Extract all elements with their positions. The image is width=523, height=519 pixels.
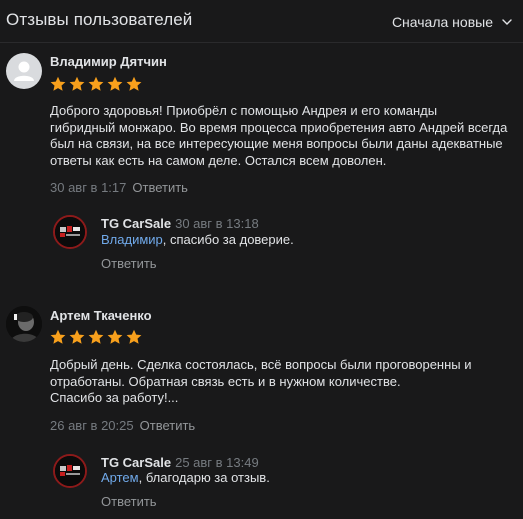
star-icon — [69, 76, 85, 91]
star-icon — [50, 76, 66, 91]
star-icon — [126, 329, 142, 344]
rating-stars — [50, 76, 142, 92]
avatar[interactable] — [6, 306, 42, 342]
sort-label: Сначала новые — [391, 14, 493, 30]
rating-stars — [50, 329, 142, 345]
star-icon — [88, 329, 104, 344]
review-text-line[interactable]: Спасибо за работу!... — [50, 390, 520, 407]
reply-author[interactable]: TG CarSale 30 авг в 13:18 — [101, 216, 259, 231]
review-author[interactable]: Владимир Дятчин — [50, 54, 167, 69]
star-icon — [107, 76, 123, 91]
sort-dropdown[interactable]: Сначала новые — [392, 14, 513, 30]
star-icon — [107, 329, 123, 344]
reply-author-name[interactable]: TG CarSale — [101, 216, 171, 231]
review-text-line: ответы как есть на самом деле. Остался в… — [50, 152, 387, 168]
reply-text-body: , спасибо за доверие. — [162, 232, 294, 247]
review-meta: 30 авг в 1:17 Ответить — [50, 180, 188, 195]
review-text-line: Добрый день. Сделка состоялась, всё вопр… — [50, 357, 472, 372]
reply-button[interactable]: Ответить — [132, 180, 188, 195]
reply-text: Владимир, спасибо за доверие. — [101, 232, 294, 247]
header-divider — [0, 42, 523, 43]
review-text: Доброго здоровья! Приобрёл с помощью Анд… — [50, 103, 520, 169]
review-text-line: гибридный монжаро. Во время процесса при… — [50, 119, 508, 135]
star-icon — [69, 329, 85, 344]
mention-link[interactable]: Владимир — [101, 232, 163, 247]
review-author[interactable]: Артем Ткаченко — [50, 308, 152, 323]
star-icon — [50, 329, 66, 344]
reply-text: Артем, благодарю за отзыв. — [101, 470, 270, 485]
review-meta: 26 авг в 20:25 Ответить — [50, 418, 195, 433]
star-icon — [88, 76, 104, 91]
carsale-logo-icon — [55, 456, 85, 486]
reply-button[interactable]: Ответить — [101, 494, 157, 509]
page-title: Отзывы пользователей — [6, 10, 193, 29]
star-icon — [126, 76, 142, 91]
review-date[interactable]: 26 авг в 20:25 — [50, 418, 134, 433]
review-text-line: Доброго здоровья! Приобрёл с помощью Анд… — [50, 103, 438, 118]
reply-date[interactable]: 25 авг в 13:49 — [175, 455, 259, 470]
chevron-down-icon — [502, 19, 512, 25]
reply-button[interactable]: Ответить — [140, 418, 196, 433]
default-user-icon — [14, 61, 34, 81]
reply-author[interactable]: TG CarSale 25 авг в 13:49 — [101, 455, 259, 470]
avatar[interactable] — [53, 454, 87, 488]
carsale-logo-icon — [55, 217, 85, 247]
reply-text-body: , благодарю за отзыв. — [138, 470, 270, 485]
review-text-line: был на связи, на все интересующие меня в… — [50, 136, 503, 151]
review-text-line: отработаны. Обратная связь есть и в нужн… — [50, 373, 401, 389]
review-text: Добрый день. Сделка состоялась, всё вопр… — [50, 357, 520, 407]
user-photo-icon — [6, 306, 42, 342]
reply-button[interactable]: Ответить — [101, 256, 157, 271]
mention-link[interactable]: Артем — [101, 470, 139, 485]
reply-author-name[interactable]: TG CarSale — [101, 455, 171, 470]
reply-date[interactable]: 30 авг в 13:18 — [175, 216, 259, 231]
avatar[interactable] — [53, 215, 87, 249]
review-date[interactable]: 30 авг в 1:17 — [50, 180, 126, 195]
reviews-header: Отзывы пользователей Сначала новые — [0, 0, 523, 42]
avatar[interactable] — [6, 53, 42, 89]
